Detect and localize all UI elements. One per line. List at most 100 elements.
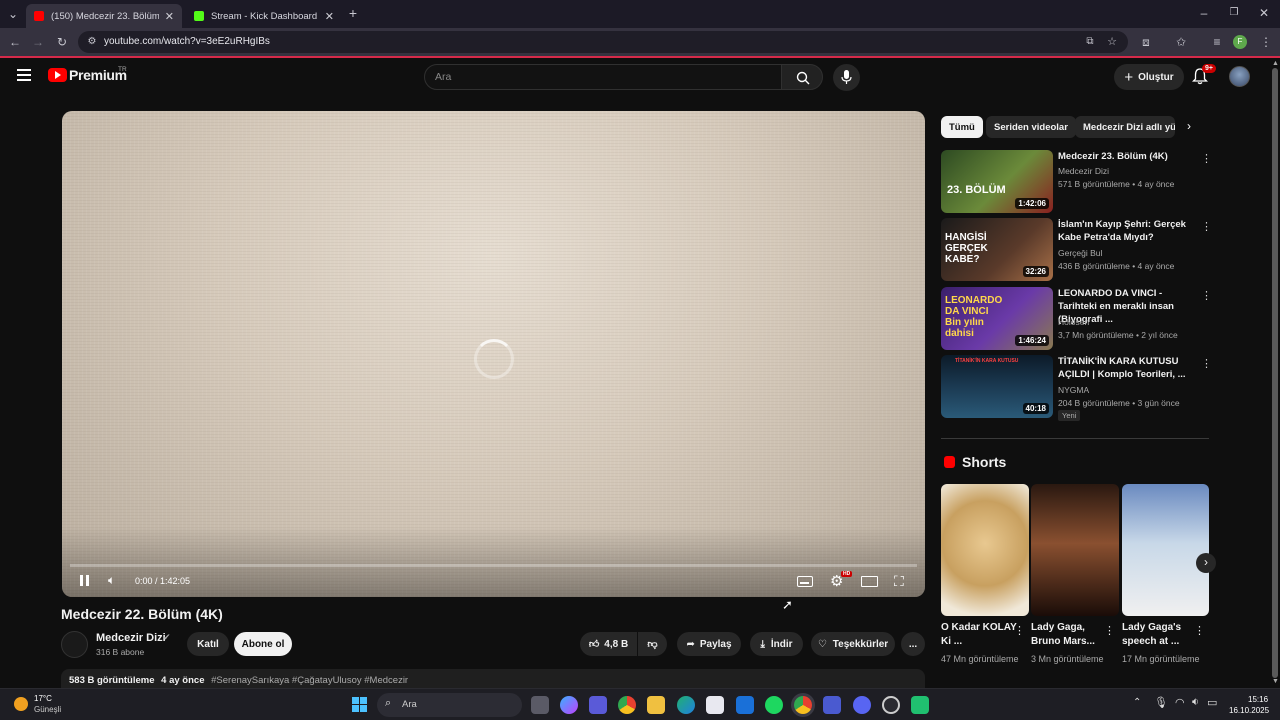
recommendation-item[interactable]: 23. BÖLÜM 1:42:06 Medcezir 23. Bölüm (4K… (941, 150, 1216, 214)
volume-icon[interactable]: 🔈︎ (108, 573, 115, 588)
notifications-bell-icon[interactable]: 9+ (1191, 64, 1216, 86)
hamburger-menu-icon[interactable] (17, 69, 31, 81)
channel-name[interactable]: Gerçeği Bul (1058, 248, 1102, 258)
forward-icon[interactable]: → (30, 34, 46, 50)
maximize-window-button[interactable]: ❐ (1226, 5, 1242, 21)
more-options-icon[interactable]: ⋮ (1201, 220, 1212, 233)
video-title[interactable]: İslam'ın Kayıp Şehri: Gerçek Kabe Petra'… (1058, 218, 1198, 244)
bookmark-star-icon[interactable]: ☆ (1104, 34, 1120, 50)
reload-icon[interactable]: ↻ (54, 34, 70, 50)
short-more-icon[interactable]: ⋮ (1014, 624, 1025, 637)
taskbar-search-box[interactable]: ⌕ Ara (377, 693, 522, 717)
more-actions-button[interactable]: ... (901, 632, 925, 656)
create-button[interactable]: + Oluştur (1114, 64, 1184, 90)
more-options-icon[interactable]: ⋮ (1201, 357, 1212, 370)
extensions-icon[interactable]: ⧈ (1138, 34, 1154, 50)
account-avatar[interactable] (1229, 66, 1250, 87)
clock-time[interactable]: 15:16 (1248, 695, 1268, 704)
chip-channel-videos[interactable]: Medcezir Dizi adlı yü (1075, 116, 1175, 138)
new-tab-button[interactable]: + (345, 5, 361, 21)
tray-mic-icon[interactable]: 🎙︎ (1154, 696, 1168, 709)
youtube-logo-icon[interactable] (48, 68, 67, 82)
theater-mode-icon[interactable] (861, 576, 878, 587)
share-button[interactable]: ➦ Paylaş (677, 632, 741, 656)
join-button[interactable]: Katıl (187, 632, 229, 656)
file-explorer-icon[interactable] (647, 696, 665, 714)
favorites-icon[interactable]: ✩ (1173, 34, 1189, 50)
video-thumbnail[interactable]: LEONARDO DA VINCI Bin yılın dahisi 1:46:… (941, 287, 1053, 350)
copilot-icon[interactable] (560, 696, 578, 714)
address-bar[interactable]: ⚙ youtube.com/watch?v=3eE2uRHgIBs ⧉ ☆ (78, 31, 1128, 53)
chrome-icon[interactable] (618, 696, 636, 714)
progress-bar[interactable] (70, 564, 917, 567)
hashtags[interactable]: #SerenaySarıkaya #ÇağatayUlusoy #Medcezi… (211, 675, 408, 686)
download-button[interactable]: ⤓ İndir (750, 632, 803, 656)
video-thumbnail[interactable]: TİTANİK'İN KARA KUTUSU 40:18 (941, 355, 1053, 418)
install-app-icon[interactable]: ⧉ (1082, 34, 1098, 50)
windows-start-icon[interactable] (352, 697, 368, 713)
browser-menu-icon[interactable]: ⋮ (1258, 34, 1274, 50)
outlook-icon[interactable] (736, 696, 754, 714)
short-thumbnail[interactable] (1122, 484, 1209, 616)
wifi-icon[interactable]: ◠ (1175, 696, 1185, 709)
spotify-icon[interactable] (765, 696, 783, 714)
more-options-icon[interactable]: ⋮ (1201, 289, 1212, 302)
dislike-button[interactable]: 👎︎ (638, 632, 667, 656)
more-options-icon[interactable]: ⋮ (1201, 152, 1212, 165)
close-tab-icon[interactable]: ✕ (325, 10, 334, 23)
chrome-active-icon[interactable] (794, 696, 812, 714)
chip-series-videos[interactable]: Seriden videolar (986, 116, 1076, 138)
channel-avatar[interactable] (61, 631, 88, 658)
tab-kick[interactable]: Stream - Kick Dashboard ✕ (186, 4, 342, 28)
tab-youtube[interactable]: (150) Medcezir 23. Bölüm ( ✕ (26, 4, 182, 28)
teams-icon[interactable] (589, 696, 607, 714)
channel-name[interactable]: Holosen (1058, 317, 1089, 327)
short-thumbnail[interactable] (1031, 484, 1119, 616)
short-title[interactable]: O Kadar KOLAY Ki ... (941, 621, 1017, 649)
discord-icon[interactable] (853, 696, 871, 714)
profile-avatar[interactable]: F (1233, 35, 1247, 49)
short-thumbnail[interactable] (941, 484, 1029, 616)
search-button[interactable] (781, 64, 823, 90)
pause-button[interactable] (79, 574, 91, 587)
thanks-button[interactable]: ♡ Teşekkürler (811, 632, 895, 656)
short-title[interactable]: Lady Gaga, Bruno Mars... (1031, 621, 1107, 649)
site-info-icon[interactable]: ⚙ (84, 34, 100, 50)
short-more-icon[interactable]: ⋮ (1194, 624, 1205, 637)
video-thumbnail[interactable]: 23. BÖLÜM 1:42:06 (941, 150, 1053, 213)
video-player[interactable]: 🔈︎ 0:00 / 1:42:05 ⚙ HD ⛶ (62, 111, 925, 597)
weather-sun-icon[interactable] (14, 697, 28, 711)
short-title[interactable]: Lady Gaga's speech at ... (1122, 621, 1198, 649)
channel-name[interactable]: NYGMA (1058, 385, 1089, 395)
reading-list-icon[interactable]: ≡ (1209, 34, 1225, 50)
short-more-icon[interactable]: ⋮ (1104, 624, 1115, 637)
video-thumbnail[interactable]: HANGİSİ GERÇEK KABE? 32:26 (941, 218, 1053, 281)
close-tab-icon[interactable]: ✕ (165, 10, 174, 23)
calendar-app-icon[interactable] (823, 696, 841, 714)
page-scrollbar[interactable]: ▲ ▼ (1270, 58, 1280, 688)
channel-name[interactable]: Medcezir Dizi (1058, 166, 1109, 176)
kick-app-icon[interactable] (911, 696, 929, 714)
chips-next-chevron-icon[interactable]: › (1187, 119, 1191, 133)
clock-date[interactable]: 16.10.2025 (1229, 706, 1269, 715)
microsoft-store-icon[interactable] (706, 696, 724, 714)
battery-icon[interactable]: ▭ (1207, 696, 1217, 709)
channel-name[interactable]: Medcezir Dizi (96, 632, 166, 644)
fullscreen-icon[interactable]: ⛶ (894, 573, 904, 590)
search-input[interactable]: Ara (424, 64, 782, 90)
chip-all[interactable]: Tümü (941, 116, 983, 138)
voice-search-button[interactable] (833, 64, 860, 91)
shorts-next-chevron-icon[interactable]: › (1196, 553, 1216, 573)
video-title[interactable]: TİTANİK'İN KARA KUTUSU AÇILDI | Komplo T… (1058, 355, 1198, 381)
edge-icon[interactable] (677, 696, 695, 714)
recommendation-item[interactable]: LEONARDO DA VINCI Bin yılın dahisi 1:46:… (941, 287, 1216, 351)
subtitles-icon[interactable] (797, 576, 813, 587)
obs-icon[interactable] (882, 696, 900, 714)
task-view-icon[interactable] (531, 696, 549, 714)
video-title[interactable]: Medcezir 23. Bölüm (4K) (1058, 150, 1198, 163)
tray-expand-chevron-icon[interactable]: ⌃ (1133, 697, 1141, 708)
tab-search-icon[interactable]: ⌄ (5, 6, 21, 22)
back-icon[interactable]: ← (7, 34, 23, 50)
like-button[interactable]: 👍︎ 4,8 B (580, 632, 637, 656)
close-window-button[interactable]: ✕ (1256, 5, 1272, 21)
